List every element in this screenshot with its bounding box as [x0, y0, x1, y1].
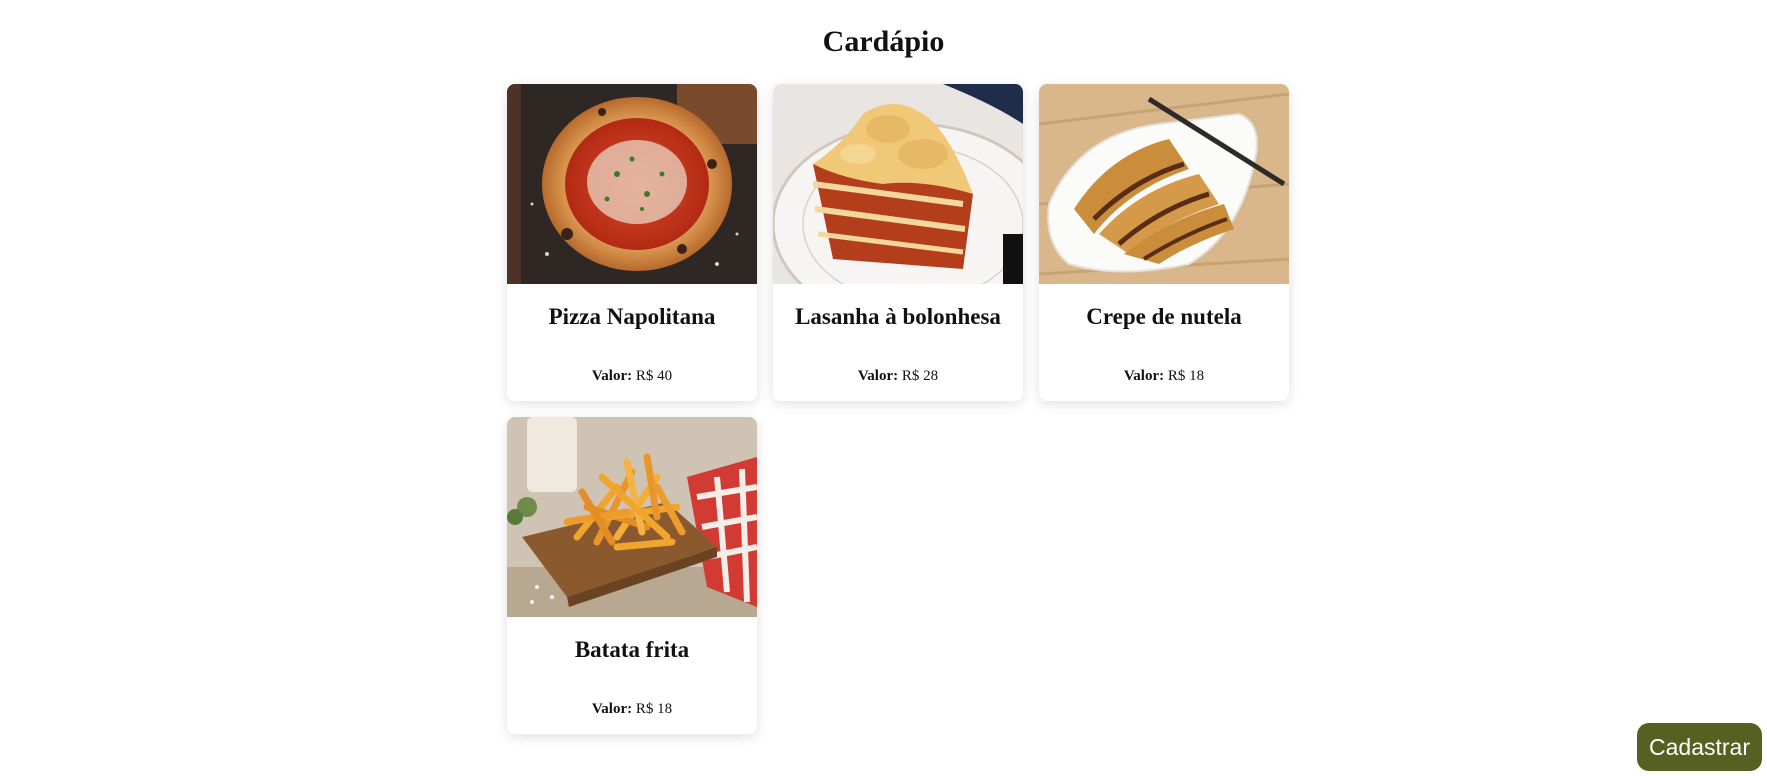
pizza-image — [507, 84, 757, 284]
price-label: Valor: — [1123, 368, 1165, 384]
card-title: Pizza Napolitana — [548, 304, 716, 329]
menu-card[interactable]: Batata frita Valor: R$ 18 — [507, 417, 757, 734]
card-price: Valor: R$ 18 — [1039, 366, 1289, 386]
card-price: Valor: R$ 28 — [773, 366, 1023, 386]
price-label: Valor: — [591, 701, 633, 717]
menu-card[interactable]: Pizza Napolitana Valor: R$ 40 — [507, 84, 757, 401]
price-label: Valor: — [591, 368, 633, 384]
price-value: R$ 18 — [635, 701, 673, 717]
menu-card[interactable]: Lasanha à bolonhesa Valor: R$ 28 — [773, 84, 1023, 401]
menu-grid: Pizza Napolitana Valor: R$ 40 Lasanha à … — [507, 84, 1293, 734]
card-title: Lasanha à bolonhesa — [795, 304, 1001, 329]
page-title: Cardápio — [822, 25, 945, 58]
card-title: Crepe de nutela — [1086, 304, 1242, 329]
price-label: Valor: — [857, 368, 899, 384]
price-value: R$ 40 — [635, 368, 673, 384]
card-price: Valor: R$ 18 — [507, 699, 757, 719]
menu-card[interactable]: Crepe de nutela Valor: R$ 18 — [1039, 84, 1289, 401]
crepe-image — [1039, 84, 1289, 284]
card-title: Batata frita — [574, 637, 690, 662]
lasagna-image — [773, 84, 1023, 284]
price-value: R$ 18 — [1167, 368, 1205, 384]
fries-image — [507, 417, 757, 617]
price-value: R$ 28 — [901, 368, 939, 384]
card-price: Valor: R$ 40 — [507, 366, 757, 386]
register-button[interactable]: Cadastrar — [1637, 723, 1762, 771]
